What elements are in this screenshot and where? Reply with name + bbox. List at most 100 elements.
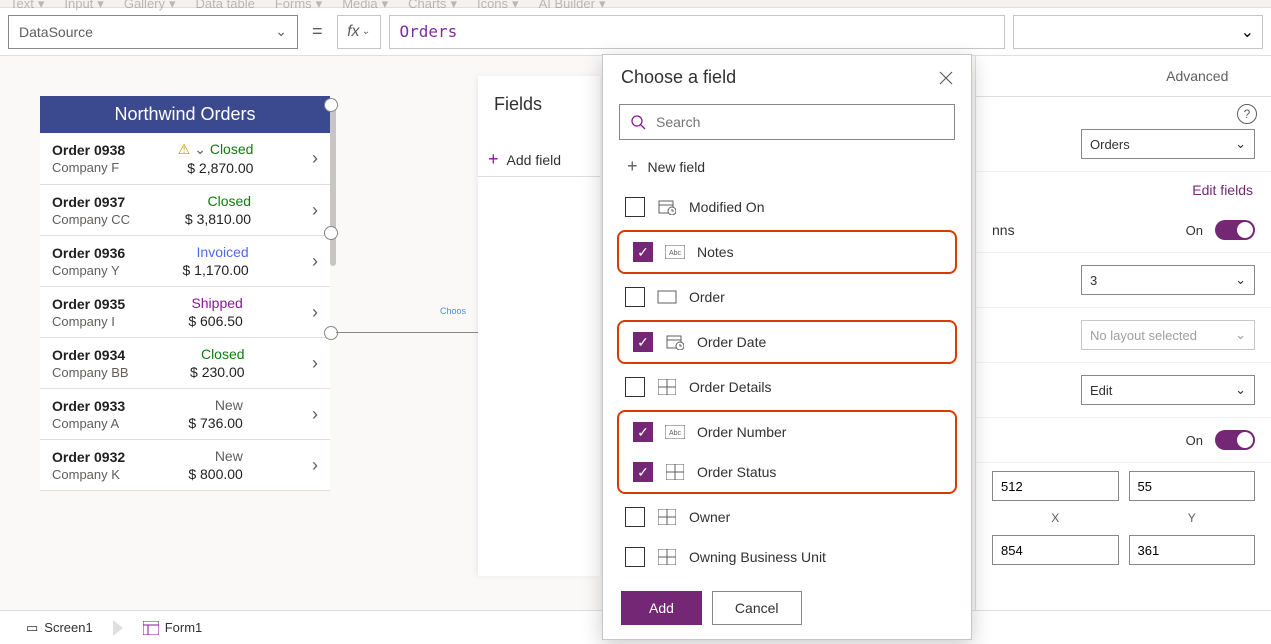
field-label: Order Details — [689, 379, 771, 395]
plus-icon: + — [627, 156, 638, 177]
company-name: Company Y — [52, 263, 125, 278]
checkbox[interactable] — [625, 507, 645, 527]
properties-panel: ? Properties Advanced Orders⌄ Edit field… — [975, 56, 1271, 636]
checkbox[interactable]: ✓ — [633, 462, 653, 482]
form-tab[interactable]: Form1 — [131, 616, 215, 639]
order-amount: $ 3,810.00 — [185, 211, 251, 227]
columns-dropdown[interactable]: 3⌄ — [1081, 265, 1255, 295]
table-row[interactable]: Order 0933Company ANew$ 736.00› — [40, 389, 330, 440]
order-number: Order 0932 — [52, 449, 125, 465]
visible-toggle[interactable] — [1215, 430, 1255, 450]
ribbon-input[interactable]: Input ▾ — [64, 0, 103, 12]
field-option[interactable]: Order Details — [611, 367, 963, 407]
ribbon-charts[interactable]: Charts ▾ — [408, 0, 457, 12]
edit-fields-link[interactable]: Edit fields — [976, 172, 1271, 208]
screen-tab[interactable]: ▭ Screen1 — [14, 616, 105, 640]
popup-title: Choose a field — [621, 67, 736, 88]
order-amount: $ 1,170.00 — [183, 262, 249, 278]
table-row[interactable]: Order 0938Company F⚠ ⌄ Closed$ 2,870.00› — [40, 133, 330, 185]
highlighted-field-group: ✓AbcOrder Number✓Order Status — [617, 410, 957, 494]
table-row[interactable]: Order 0937Company CCClosed$ 3,810.00› — [40, 185, 330, 236]
checkbox[interactable] — [625, 377, 645, 397]
field-list[interactable]: Modified On ✓ Abc Notes Order ✓ Order Date Orde… — [603, 187, 971, 577]
cancel-button[interactable]: Cancel — [712, 591, 802, 625]
resize-handle[interactable] — [324, 226, 338, 240]
search-input[interactable] — [619, 104, 955, 140]
company-name: Company I — [52, 314, 125, 329]
company-name: Company F — [52, 160, 125, 175]
ribbon-datatable[interactable]: Data table — [196, 0, 255, 11]
ribbon-icons[interactable]: Icons ▾ — [477, 0, 519, 12]
checkbox[interactable]: ✓ — [633, 422, 653, 442]
fx-button[interactable]: fx ⌄ — [337, 15, 381, 49]
columns-toggle[interactable] — [1215, 220, 1255, 240]
datasource-dropdown[interactable]: Orders⌄ — [1081, 129, 1255, 159]
size-w-input[interactable]: 854 — [992, 535, 1119, 565]
field-option[interactable]: ✓ Order Date — [619, 322, 955, 362]
field-type-icon: Abc — [665, 244, 685, 260]
field-option[interactable]: Owner — [611, 497, 963, 537]
checkbox[interactable] — [625, 287, 645, 307]
company-name: Company A — [52, 416, 125, 431]
pos-y-input[interactable]: 55 — [1129, 471, 1256, 501]
gallery-scrollbar[interactable] — [330, 106, 336, 266]
canvas-gallery[interactable]: Northwind Orders Order 0938Company F⚠ ⌄ … — [40, 96, 330, 491]
add-field-button[interactable]: + Add field — [478, 143, 600, 177]
order-amount: $ 800.00 — [188, 466, 243, 482]
field-label: Notes — [697, 244, 734, 260]
tab-advanced[interactable]: Advanced — [1124, 56, 1271, 96]
prop-layout: No layout selected⌄ — [976, 308, 1271, 363]
field-option[interactable]: Owning Business Unit — [611, 537, 963, 577]
table-row[interactable]: Order 0932Company KNew$ 800.00› — [40, 440, 330, 491]
size-h-input[interactable]: 361 — [1129, 535, 1256, 565]
mode-dropdown[interactable]: Edit⌄ — [1081, 375, 1255, 405]
ribbon-gallery[interactable]: Gallery ▾ — [124, 0, 176, 12]
ribbon-ai[interactable]: AI Builder ▾ — [539, 0, 606, 12]
formula-input[interactable]: Orders — [389, 15, 1005, 49]
new-field-button[interactable]: + New field — [603, 150, 971, 187]
help-icon[interactable]: ? — [1237, 104, 1257, 124]
checkbox[interactable] — [625, 197, 645, 217]
chevron-down-icon: ⌄ — [194, 141, 206, 157]
field-label: Order Status — [697, 464, 776, 480]
table-row[interactable]: Order 0936Company YInvoiced$ 1,170.00› — [40, 236, 330, 287]
chevron-down-icon: ⌄ — [1241, 22, 1254, 42]
close-icon[interactable] — [939, 71, 953, 85]
order-number: Order 0935 — [52, 296, 125, 312]
search-text[interactable] — [656, 114, 944, 130]
field-label: Modified On — [689, 199, 764, 215]
ribbon-forms[interactable]: Forms ▾ — [275, 0, 322, 12]
prop-columns-value: 3⌄ — [976, 253, 1271, 308]
order-status: ⚠ ⌄ Closed — [178, 141, 254, 158]
order-number: Order 0933 — [52, 398, 125, 414]
checkbox[interactable]: ✓ — [633, 242, 653, 262]
resize-handle[interactable] — [324, 326, 338, 340]
ribbon-media[interactable]: Media ▾ — [342, 0, 388, 12]
chevron-right-icon: › — [312, 353, 318, 374]
field-option[interactable]: ✓ Abc Notes — [619, 232, 955, 272]
pos-x-input[interactable]: 512 — [992, 471, 1119, 501]
field-option[interactable]: Modified On — [611, 187, 963, 227]
field-label: Owner — [689, 509, 730, 525]
layout-dropdown[interactable]: No layout selected⌄ — [1081, 320, 1255, 350]
property-name: DataSource — [19, 24, 93, 40]
add-field-label: Add field — [507, 152, 561, 168]
field-option[interactable]: Order — [611, 277, 963, 317]
add-button[interactable]: Add — [621, 591, 702, 625]
ribbon-text[interactable]: Text ▾ — [10, 0, 44, 12]
chevron-right-icon: › — [312, 200, 318, 221]
table-row[interactable]: Order 0935Company IShipped$ 606.50› — [40, 287, 330, 338]
checkbox[interactable]: ✓ — [633, 332, 653, 352]
field-label: Order Date — [697, 334, 766, 350]
order-status: Shipped — [191, 295, 242, 311]
chevron-down-icon: ⌄ — [362, 26, 370, 37]
checkbox[interactable] — [625, 547, 645, 567]
resize-handle[interactable] — [324, 98, 338, 112]
field-option[interactable]: ✓ Order Status — [619, 452, 955, 492]
property-dropdown[interactable]: DataSource ⌄ — [8, 15, 298, 49]
table-row[interactable]: Order 0934Company BBClosed$ 230.00› — [40, 338, 330, 389]
company-name: Company CC — [52, 212, 130, 227]
field-option[interactable]: ✓AbcOrder Number — [619, 412, 955, 452]
extra-dropdown[interactable]: ⌄ — [1013, 15, 1263, 49]
order-status: Closed — [208, 193, 252, 209]
